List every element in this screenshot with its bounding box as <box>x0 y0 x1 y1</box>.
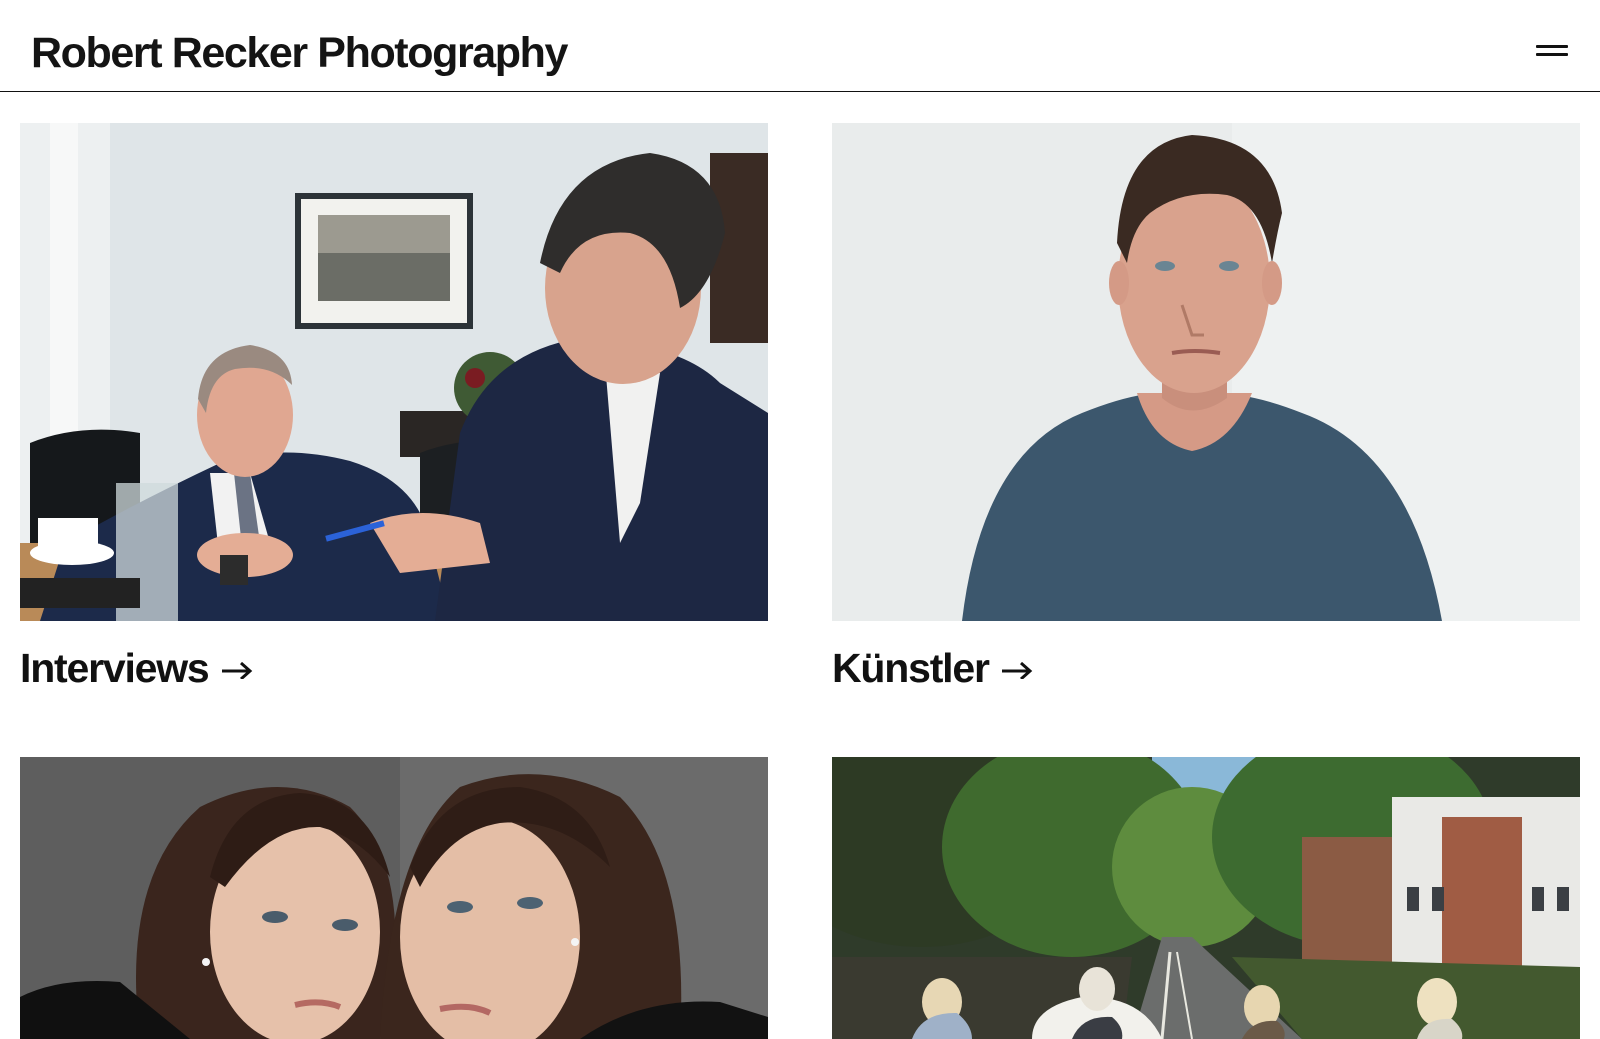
site-title[interactable]: Robert Recker Photography <box>31 32 568 75</box>
street-scene-image <box>832 757 1580 1039</box>
arrow-right-icon <box>1001 661 1032 679</box>
artist-portrait-image <box>832 123 1580 621</box>
kuenstler-label: Künstler <box>832 645 990 691</box>
site-header: Robert Recker Photography <box>0 0 1600 92</box>
twins-portrait-image <box>20 757 768 1039</box>
arrow-right-icon <box>221 661 252 679</box>
hamburger-menu-icon <box>1536 45 1568 48</box>
kuenstler-photo[interactable] <box>832 123 1580 621</box>
office-interview-image <box>20 123 768 621</box>
kuenstler-link[interactable]: Künstler <box>832 648 1035 689</box>
interviews-label: Interviews <box>20 645 210 691</box>
interviews-photo[interactable] <box>20 123 768 621</box>
menu-button[interactable] <box>1532 38 1572 68</box>
hamburger-menu-icon-line <box>1536 53 1568 56</box>
interviews-link[interactable]: Interviews <box>20 648 255 689</box>
twins-photo[interactable] <box>20 757 768 1039</box>
street-photo[interactable] <box>832 757 1580 1039</box>
